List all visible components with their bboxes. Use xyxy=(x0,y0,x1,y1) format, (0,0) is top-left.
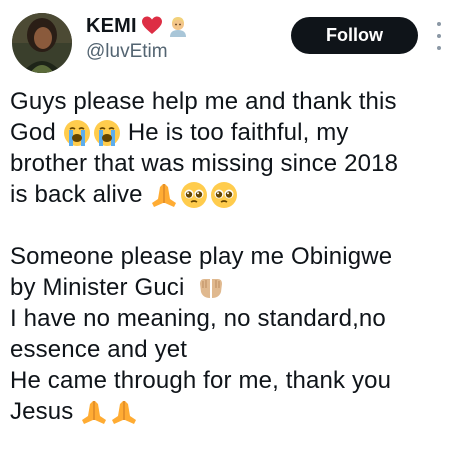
tweet-line-text: I have no meaning, no standard,no xyxy=(10,305,386,332)
tweet-header: KEMI @luvEtim Follow xyxy=(0,0,459,80)
tweet-line: Someone please play me Obinigwe xyxy=(10,241,455,272)
red-heart-icon xyxy=(141,15,163,37)
person-blond-icon xyxy=(167,15,189,37)
tweet-line: by Minister Guci xyxy=(10,272,455,303)
tweet-line: brother that was missing since 2018 xyxy=(10,148,455,179)
tweet-line: God He is too faithful, my xyxy=(10,117,455,148)
tweet-line-text: brother that was missing since 2018 xyxy=(10,150,399,177)
pleading-face-icon xyxy=(180,181,208,209)
tweet-line-text: is back alive xyxy=(10,181,143,208)
more-options-icon[interactable] xyxy=(432,22,446,50)
display-name[interactable]: KEMI xyxy=(86,15,137,38)
follow-button[interactable]: Follow xyxy=(291,17,418,54)
loudly-crying-face-icon xyxy=(63,119,91,147)
tweet-line-text: Someone please play me Obinigwe xyxy=(10,243,393,270)
avatar[interactable] xyxy=(12,13,72,73)
tweet-line-text: essence and yet xyxy=(10,336,188,363)
tweet-line-text: Guys please help me and thank this xyxy=(10,88,397,115)
author-name-row: KEMI xyxy=(86,13,189,39)
loudly-crying-face-icon xyxy=(93,119,121,147)
tweet-line: Jesus xyxy=(10,396,455,427)
tweet-line-text: He is too faithful, my xyxy=(127,119,349,146)
pleading-face-icon xyxy=(210,181,238,209)
tweet-line-text: Jesus xyxy=(10,398,74,425)
tweet-line-text: by Minister Guci xyxy=(10,274,185,301)
folded-hands-icon xyxy=(80,398,108,426)
tweet-line: Guys please help me and thank this xyxy=(10,86,455,117)
tweet-line: He came through for me, thank you xyxy=(10,365,455,396)
tweet-line-text: He came through for me, thank you xyxy=(10,367,392,394)
folded-hands-icon xyxy=(150,181,178,209)
tweet-line: is back alive xyxy=(10,179,455,210)
tweet-line: I have no meaning, no standard,no xyxy=(10,303,455,334)
tweet-line: essence and yet xyxy=(10,334,455,365)
author-handle[interactable]: @luvEtim xyxy=(86,41,168,63)
tweet-text: Guys please help me and thank this God H… xyxy=(10,86,455,427)
palms-up-together-icon xyxy=(197,274,225,302)
tweet-line-text: God xyxy=(10,119,56,146)
folded-hands-icon xyxy=(110,398,138,426)
